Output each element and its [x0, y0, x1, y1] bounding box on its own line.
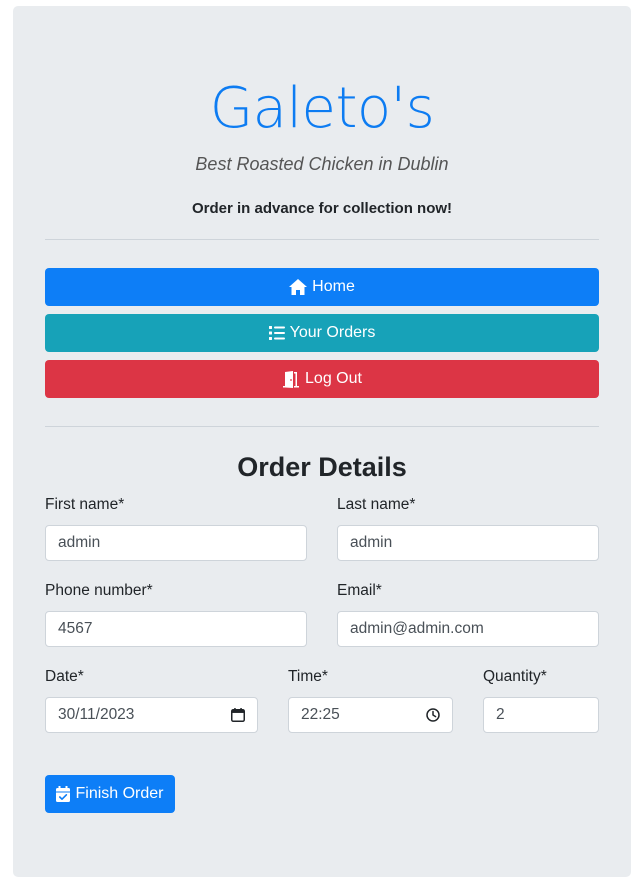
phone-field[interactable]: 4567 — [45, 611, 307, 647]
quantity-label: Quantity* — [483, 668, 547, 685]
email-label: Email* — [337, 582, 382, 599]
home-button-label: Home — [312, 278, 355, 295]
phone-value: 4567 — [58, 620, 93, 637]
quantity-field[interactable]: 2 — [483, 697, 599, 733]
clock-icon[interactable] — [426, 708, 440, 722]
date-value: 30/11/2023 — [58, 706, 135, 723]
last-name-field[interactable]: admin — [337, 525, 599, 561]
first-name-label: First name* — [45, 496, 125, 513]
list-icon — [268, 326, 285, 340]
last-name-value: admin — [350, 534, 393, 551]
tagline: Best Roasted Chicken in Dublin — [195, 154, 449, 174]
finish-order-button[interactable]: Finish Order — [45, 775, 175, 813]
first-name-value: admin — [58, 534, 101, 551]
your-orders-button-label: Your Orders — [289, 324, 376, 341]
log-out-button-label: Log Out — [305, 370, 362, 387]
date-field[interactable]: 30/11/2023 — [45, 697, 258, 733]
main-card: Galeto's Best Roasted Chicken in Dublin … — [13, 6, 631, 877]
quantity-value: 2 — [496, 706, 505, 723]
time-label: Time* — [288, 668, 328, 685]
time-field[interactable]: 22:25 — [288, 697, 453, 733]
calendar-check-icon — [56, 786, 71, 802]
calendar-icon[interactable] — [231, 708, 245, 722]
door-icon — [283, 370, 300, 388]
divider-top — [45, 239, 599, 240]
email-value: admin@admin.com — [350, 620, 484, 637]
your-orders-button[interactable]: Your Orders — [45, 314, 599, 352]
home-icon — [289, 279, 308, 295]
last-name-label: Last name* — [337, 496, 416, 513]
lead-text: Order in advance for collection now! — [191, 200, 453, 217]
order-details-heading: Order Details — [237, 452, 407, 482]
time-value: 22:25 — [301, 706, 340, 723]
home-button[interactable]: Home — [45, 268, 599, 306]
first-name-field[interactable]: admin — [45, 525, 307, 561]
divider-middle — [45, 426, 599, 427]
email-field[interactable]: admin@admin.com — [337, 611, 599, 647]
log-out-button[interactable]: Log Out — [45, 360, 599, 398]
date-label: Date* — [45, 668, 84, 685]
brand-title: Galeto's — [209, 76, 435, 141]
finish-order-label: Finish Order — [75, 785, 164, 802]
phone-label: Phone number* — [45, 582, 153, 599]
